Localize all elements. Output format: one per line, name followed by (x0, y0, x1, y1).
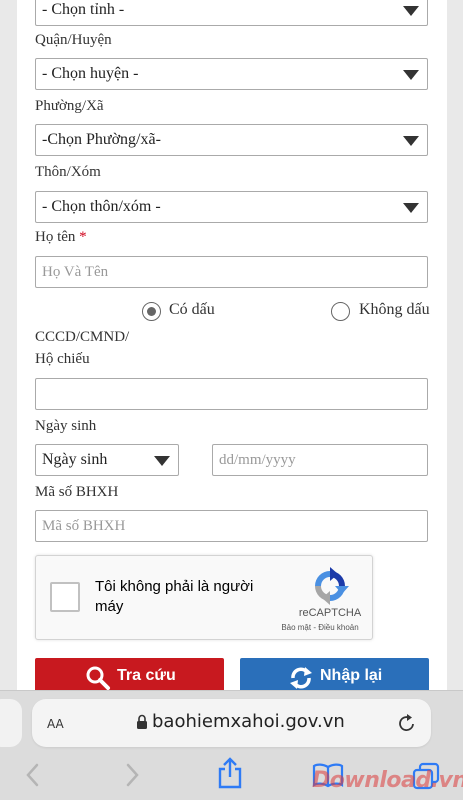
hamlet-select[interactable]: - Chọn thôn/xóm - (35, 191, 428, 223)
recaptcha-logo-icon (315, 567, 349, 605)
radio-without-accent-label: Không dấu (359, 301, 430, 318)
search-button[interactable]: Tra cứu (35, 658, 224, 690)
insurance-code-label: Mã số BHXH (35, 484, 119, 500)
insurance-code-input[interactable] (35, 510, 428, 542)
share-icon[interactable] (216, 757, 244, 789)
magnifier-icon (86, 666, 110, 690)
required-mark: * (79, 229, 87, 245)
recaptcha-brand: reCAPTCHA (298, 607, 362, 619)
search-button-label: Tra cứu (117, 667, 176, 684)
province-select-value: - Chọn tỉnh - (42, 1, 125, 18)
chevron-down-icon (403, 203, 419, 213)
radio-with-accent[interactable] (142, 302, 161, 321)
watermark-logo: Download.vn (312, 768, 463, 793)
ward-label: Phường/Xã (35, 98, 104, 114)
recaptcha-links[interactable]: Bảo mật - Điều khoản (266, 623, 374, 632)
back-icon[interactable] (25, 762, 41, 788)
recaptcha-widget: Tôi không phải là người máy reCAPTCHA Bả… (35, 555, 373, 640)
chevron-down-icon (403, 70, 419, 80)
radio-selected-dot (146, 306, 156, 316)
previous-tab-stub[interactable] (0, 699, 22, 747)
hamlet-label: Thôn/Xóm (35, 164, 101, 180)
id-number-label-line2: Hộ chiếu (35, 351, 90, 367)
full-name-input[interactable] (35, 256, 428, 288)
page-content: - Chọn tỉnh - Quận/Huyện - Chọn huyện - … (0, 0, 463, 690)
id-number-label-line1: CCCD/CMND/ (35, 329, 130, 345)
lock-icon (137, 714, 147, 729)
district-select[interactable]: - Chọn huyện - (35, 58, 428, 90)
radio-without-accent[interactable] (331, 302, 350, 321)
ward-select[interactable]: -Chọn Phường/xã- (35, 124, 428, 156)
url-text: baohiemxahoi.gov.vn (152, 711, 345, 732)
hamlet-select-value: - Chọn thôn/xóm - (42, 198, 161, 215)
recaptcha-checkbox[interactable] (50, 582, 80, 612)
chevron-down-icon (403, 136, 419, 146)
birth-select-value: Ngày sinh (42, 451, 108, 468)
refresh-icon (290, 667, 312, 689)
reader-aa-button[interactable]: AA (47, 713, 64, 732)
radio-with-accent-label: Có dấu (169, 301, 215, 318)
district-select-value: - Chọn huyện - (42, 65, 139, 82)
recaptcha-text: Tôi không phải là người máy (95, 578, 254, 615)
birth-label: Ngày sinh (35, 418, 97, 434)
birth-select[interactable]: Ngày sinh (35, 444, 179, 476)
reset-button-label: Nhập lại (320, 667, 383, 684)
aa-label: AA (47, 717, 64, 731)
province-select[interactable]: - Chọn tỉnh - (35, 0, 428, 26)
full-name-label-text: Họ tên (35, 229, 76, 245)
full-name-label: Họ tên * (35, 229, 87, 246)
id-number-input[interactable] (35, 378, 428, 410)
address-bar[interactable]: AA baohiemxahoi.gov.vn (32, 699, 431, 747)
chevron-down-icon (403, 6, 419, 16)
reset-button[interactable]: Nhập lại (240, 658, 429, 690)
chevron-down-icon (154, 456, 170, 466)
district-label: Quận/Huyện (35, 32, 112, 48)
forward-icon[interactable] (124, 762, 140, 788)
reload-icon[interactable] (397, 712, 417, 734)
ward-select-value: -Chọn Phường/xã- (42, 131, 161, 148)
birth-date-input[interactable] (212, 444, 428, 476)
